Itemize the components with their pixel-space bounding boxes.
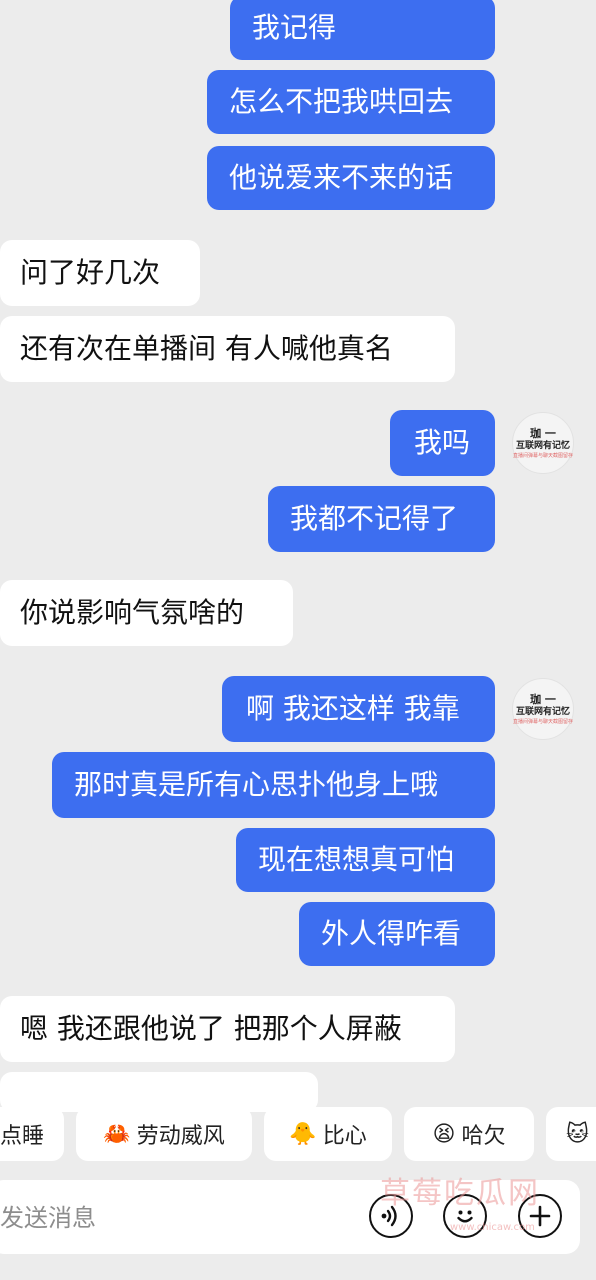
message-text: 问了好几次 (20, 256, 161, 289)
avatar[interactable]: 珈 一 互联网有记忆 直播间弹幕与聊天截图留存 (512, 412, 574, 474)
avatar-slogan: 互联网有记忆 (515, 440, 570, 451)
quick-reply-label: 比心 (322, 1124, 367, 1149)
avatar-name: 珈 一 (530, 426, 556, 440)
message-text: 我记得 (252, 11, 337, 44)
message-text: 外人得咋看 (321, 917, 462, 950)
self-message[interactable]: 我吗 (390, 410, 495, 476)
message-input[interactable]: 发送消息 (0, 1198, 96, 1233)
quick-reply-chip[interactable]: 🐥 比心 (264, 1107, 392, 1161)
avatar-name: 珈 一 (530, 692, 556, 706)
cat-face-icon: 🐱 (566, 1121, 589, 1147)
heart-duck-icon: 🐥 (289, 1121, 317, 1147)
self-message[interactable]: 他说爱来不来的话 (207, 146, 495, 210)
message-text: 他说爱来不来的话 (229, 161, 454, 194)
self-message[interactable]: 我都不记得了 (268, 486, 495, 552)
message-text: 还有次在单播间 有人喊他真名 (20, 332, 393, 365)
message-text: 嗯 我还跟他说了 把那个人屏蔽 (20, 1012, 402, 1045)
quick-reply-chip[interactable]: 😫 哈欠 (404, 1107, 534, 1161)
other-message[interactable]: 还有次在单播间 有人喊他真名 (0, 316, 455, 382)
message-text: 那时真是所有心思扑他身上哦 (74, 768, 439, 801)
quick-reply-label: 哈欠 (461, 1124, 506, 1149)
other-message-partial[interactable] (0, 1072, 318, 1112)
avatar-subtitle: 直播间弹幕与聊天截图留存 (513, 452, 574, 459)
message-text: 你说影响气氛啥的 (20, 596, 245, 629)
watermark: 草莓吃瓜网 (380, 1176, 540, 1211)
yawn-face-icon: 😫 (432, 1121, 456, 1147)
avatar[interactable]: 珈 一 互联网有记忆 直播间弹幕与聊天截图留存 (512, 678, 574, 740)
message-text: 现在想想真可怕 (258, 843, 455, 876)
message-text: 我吗 (414, 426, 471, 459)
quick-reply-chip[interactable]: 🦀 劳动威风 (76, 1107, 252, 1161)
other-message[interactable]: 嗯 我还跟他说了 把那个人屏蔽 (0, 996, 455, 1062)
avatar-slogan: 互联网有记忆 (515, 706, 570, 717)
self-message[interactable]: 外人得咋看 (299, 902, 495, 966)
self-message[interactable]: 我记得 (230, 0, 495, 60)
other-message[interactable]: 你说影响气氛啥的 (0, 580, 293, 646)
avatar-subtitle: 直播间弹幕与聊天截图留存 (513, 718, 574, 725)
message-text: 怎么不把我哄回去 (229, 85, 454, 118)
message-text: 我都不记得了 (290, 502, 459, 535)
self-message[interactable]: 怎么不把我哄回去 (207, 70, 495, 134)
self-message[interactable]: 现在想想真可怕 (236, 828, 495, 892)
quick-reply-label: 点睡 (0, 1124, 44, 1149)
watermark-url: www.chicaw.com (450, 1222, 535, 1233)
self-message[interactable]: 啊 我还这样 我靠 (222, 676, 495, 742)
message-text: 啊 我还这样 我靠 (246, 692, 460, 725)
quick-reply-chip[interactable]: 🐱 (546, 1107, 596, 1161)
quick-reply-chip[interactable]: 点睡 (0, 1107, 64, 1161)
self-message[interactable]: 那时真是所有心思扑他身上哦 (52, 752, 495, 818)
other-message[interactable]: 问了好几次 (0, 240, 200, 306)
crab-icon: 🦀 (103, 1121, 131, 1147)
quick-reply-label: 劳动威风 (136, 1124, 225, 1149)
